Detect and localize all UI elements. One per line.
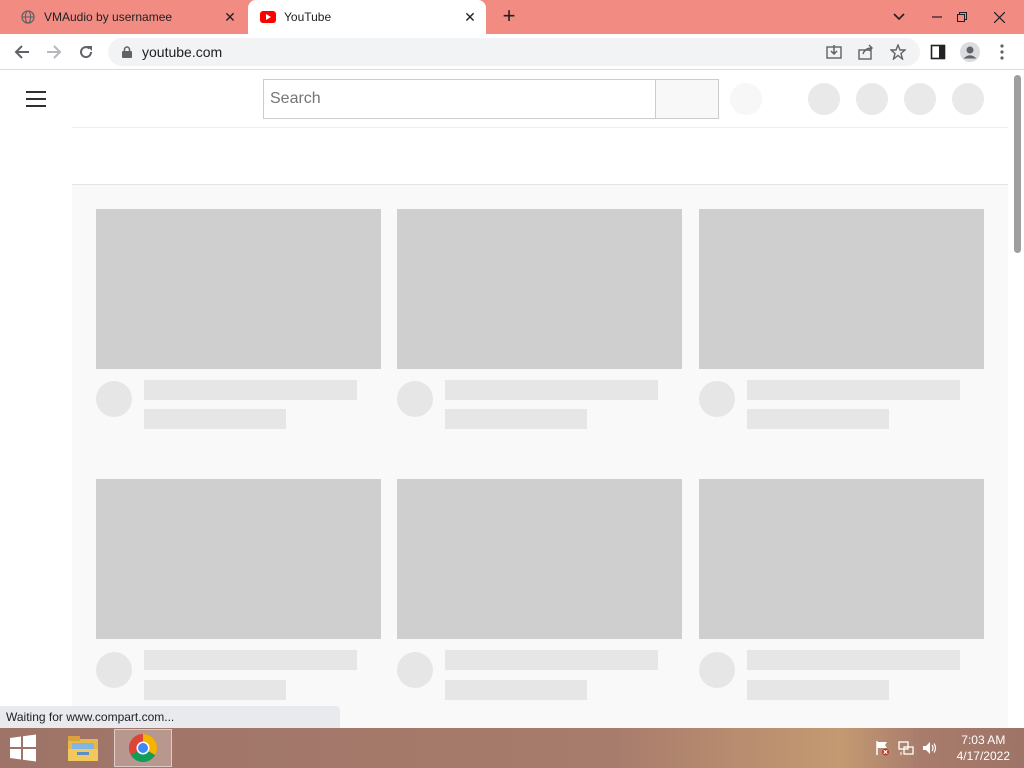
header-divider bbox=[72, 127, 1008, 128]
channel-avatar-placeholder[interactable] bbox=[397, 652, 433, 688]
video-meta-placeholder bbox=[445, 680, 587, 700]
install-app-icon[interactable] bbox=[822, 40, 846, 64]
scrollbar-thumb[interactable] bbox=[1014, 75, 1021, 253]
search-box[interactable] bbox=[263, 79, 656, 119]
menu-kebab-icon[interactable] bbox=[990, 40, 1014, 64]
video-thumbnail-placeholder[interactable] bbox=[397, 479, 682, 639]
action-center-flag-icon[interactable] bbox=[873, 739, 891, 757]
restore-button[interactable] bbox=[945, 0, 979, 34]
channel-avatar-placeholder[interactable] bbox=[699, 652, 735, 688]
address-url[interactable]: youtube.com bbox=[142, 44, 222, 60]
network-icon[interactable] bbox=[897, 739, 915, 757]
page-scrollbar[interactable] bbox=[1012, 71, 1024, 728]
video-title-placeholder[interactable] bbox=[144, 380, 357, 400]
video-title-placeholder[interactable] bbox=[144, 650, 357, 670]
header-icon-placeholder[interactable] bbox=[904, 83, 936, 115]
clock-date: 4/17/2022 bbox=[956, 749, 1010, 763]
video-thumbnail-placeholder[interactable] bbox=[699, 209, 984, 369]
reload-icon[interactable] bbox=[74, 40, 98, 64]
video-meta-placeholder bbox=[445, 409, 587, 429]
tab-vmaudio[interactable]: VMAudio by usernamee ✕ bbox=[8, 0, 246, 34]
tab-title: VMAudio by usernamee bbox=[44, 10, 173, 24]
mic-placeholder[interactable] bbox=[730, 83, 762, 115]
video-thumbnail-placeholder[interactable] bbox=[699, 479, 984, 639]
volume-icon[interactable] bbox=[921, 739, 939, 757]
header-icon-placeholder[interactable] bbox=[808, 83, 840, 115]
share-icon[interactable] bbox=[854, 40, 878, 64]
tab-youtube[interactable]: YouTube ✕ bbox=[248, 0, 486, 34]
hamburger-menu-icon[interactable] bbox=[26, 91, 46, 107]
chrome-taskbar-icon[interactable] bbox=[114, 729, 172, 767]
address-bar[interactable]: youtube.com bbox=[108, 38, 920, 66]
video-meta-placeholder bbox=[747, 409, 889, 429]
video-title-placeholder[interactable] bbox=[445, 650, 658, 670]
video-meta-placeholder bbox=[144, 680, 286, 700]
channel-avatar-placeholder[interactable] bbox=[397, 381, 433, 417]
side-panel-icon[interactable] bbox=[926, 40, 950, 64]
video-title-placeholder[interactable] bbox=[445, 380, 658, 400]
close-tab-icon[interactable]: ✕ bbox=[220, 7, 240, 27]
youtube-page bbox=[0, 71, 1024, 728]
tab-search-chevron-icon[interactable] bbox=[882, 0, 916, 34]
channel-avatar-placeholder[interactable] bbox=[96, 652, 132, 688]
search-button[interactable] bbox=[655, 79, 719, 119]
video-thumbnail-placeholder[interactable] bbox=[96, 209, 381, 369]
lock-icon[interactable] bbox=[120, 45, 134, 59]
video-meta-placeholder bbox=[747, 680, 889, 700]
profile-avatar-icon[interactable] bbox=[958, 40, 982, 64]
back-arrow-icon[interactable] bbox=[10, 40, 34, 64]
windows-taskbar: 7:03 AM 4/17/2022 bbox=[0, 728, 1024, 768]
globe-icon bbox=[20, 9, 36, 25]
system-clock[interactable]: 7:03 AM 4/17/2022 bbox=[957, 732, 1010, 764]
video-thumbnail-placeholder[interactable] bbox=[96, 479, 381, 639]
video-thumbnail-placeholder[interactable] bbox=[397, 209, 682, 369]
header-icon-placeholder[interactable] bbox=[952, 83, 984, 115]
video-title-placeholder[interactable] bbox=[747, 380, 960, 400]
video-grid bbox=[72, 185, 1008, 728]
windows-start-icon[interactable] bbox=[8, 734, 38, 762]
bookmark-star-icon[interactable] bbox=[886, 40, 910, 64]
clock-time: 7:03 AM bbox=[961, 733, 1006, 747]
channel-avatar-placeholder[interactable] bbox=[699, 381, 735, 417]
tab-strip: VMAudio by usernamee ✕ YouTube ✕ + bbox=[0, 0, 1024, 34]
channel-avatar-placeholder[interactable] bbox=[96, 381, 132, 417]
new-tab-button[interactable]: + bbox=[498, 5, 520, 28]
browser-toolbar: youtube.com bbox=[0, 34, 1024, 70]
header-icon-placeholder[interactable] bbox=[856, 83, 888, 115]
close-window-button[interactable] bbox=[982, 0, 1016, 34]
video-meta-placeholder bbox=[144, 409, 286, 429]
status-bubble: Waiting for www.compart.com... bbox=[0, 706, 340, 728]
tab-title: YouTube bbox=[284, 10, 332, 24]
youtube-icon bbox=[260, 9, 276, 25]
forward-arrow-icon[interactable] bbox=[42, 40, 66, 64]
file-explorer-icon[interactable] bbox=[54, 729, 112, 767]
close-tab-icon[interactable]: ✕ bbox=[460, 7, 480, 27]
video-title-placeholder[interactable] bbox=[747, 650, 960, 670]
search-input[interactable] bbox=[264, 90, 655, 108]
